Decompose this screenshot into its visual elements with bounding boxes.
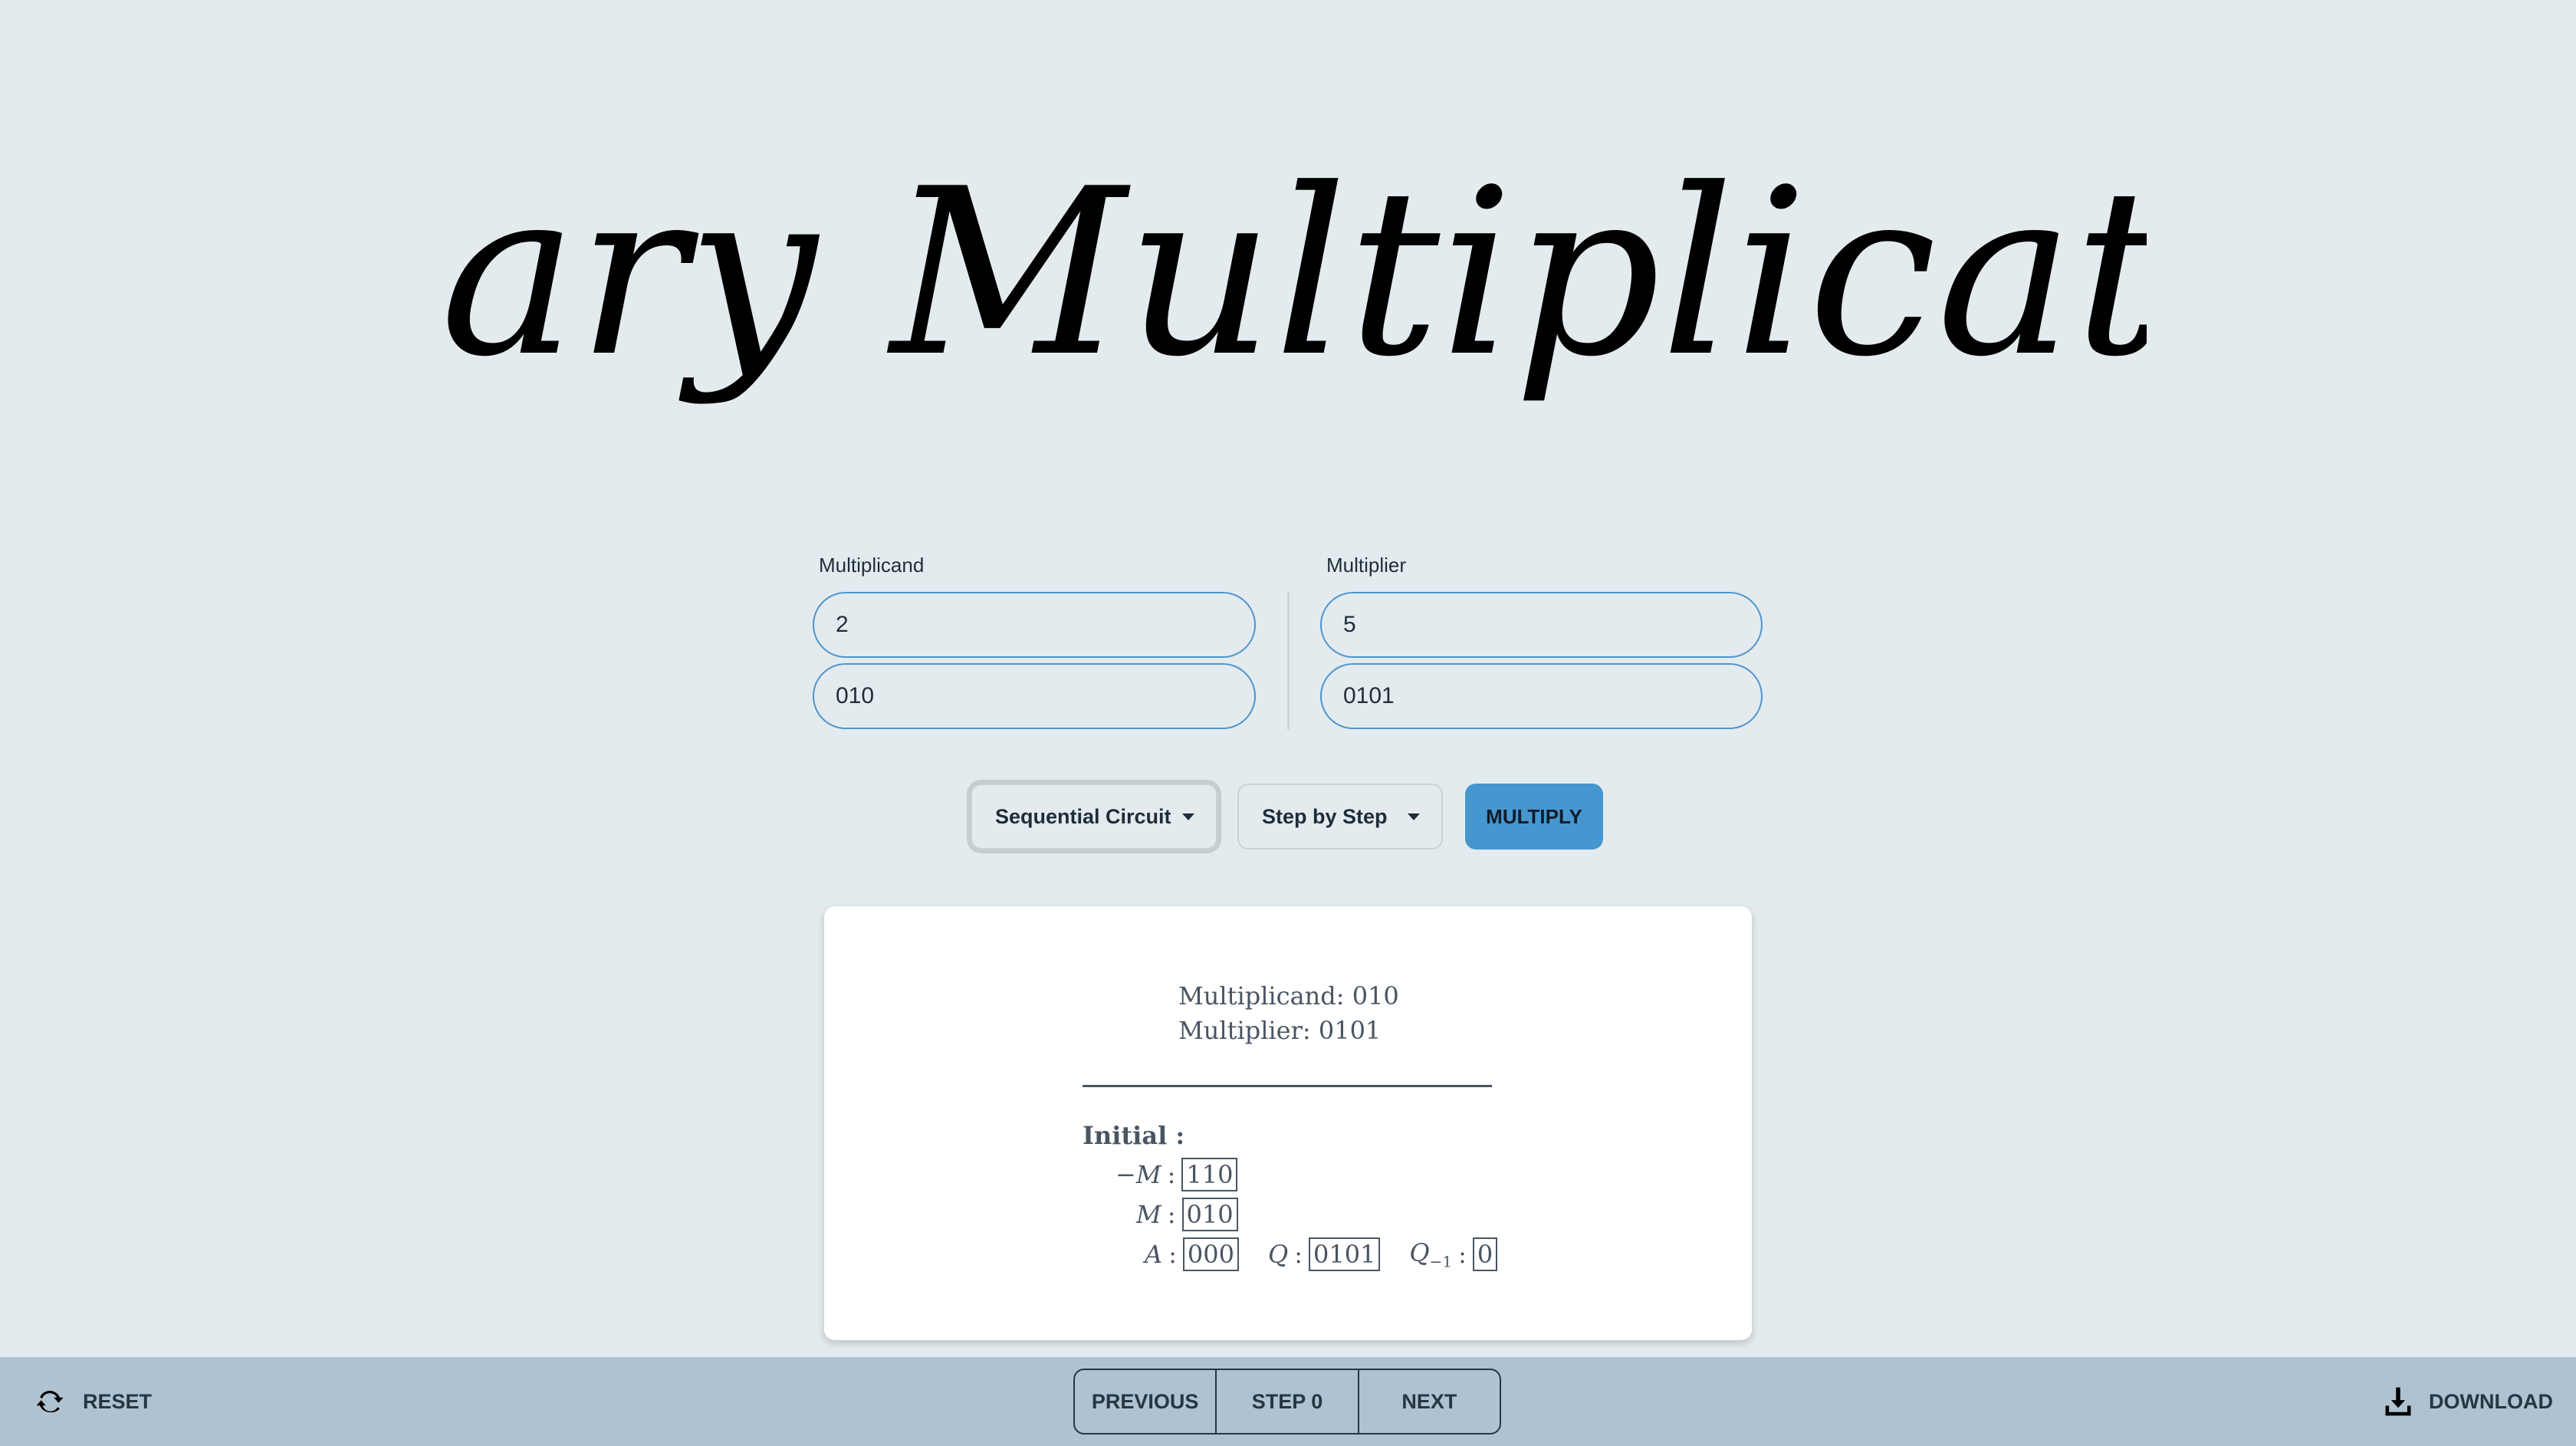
- result-divider: [1083, 1085, 1492, 1087]
- q-label: Q: [1267, 1240, 1289, 1269]
- page-title-text: Binary Multiplication: [429, 140, 2147, 407]
- neg-m-value: 110: [1181, 1158, 1238, 1191]
- download-label: DOWNLOAD: [2429, 1389, 2553, 1413]
- m-value: 010: [1181, 1198, 1238, 1231]
- method-select[interactable]: Sequential Circuit: [971, 784, 1217, 850]
- multiplicand-binary-value: 010: [836, 683, 875, 708]
- multiplier-decimal-value: 5: [1343, 612, 1356, 637]
- m-label: M: [1136, 1200, 1162, 1229]
- next-button[interactable]: NEXT: [1357, 1370, 1500, 1433]
- m-row: M : 010: [1136, 1198, 1238, 1231]
- q-value: 0101: [1308, 1237, 1381, 1271]
- q-minus1-label-wrap: Q−1: [1409, 1238, 1452, 1270]
- registers-row: A : 000 Q : 0101 Q−1 : 0: [1145, 1237, 1498, 1271]
- a-value: 000: [1182, 1237, 1239, 1271]
- inputs-divider: [1287, 592, 1290, 730]
- mode-select[interactable]: Step by Step: [1237, 784, 1443, 850]
- multiplicand-decimal-value: 2: [836, 612, 849, 637]
- step-navigation: PREVIOUS STEP 0 NEXT: [1073, 1369, 1501, 1434]
- chevron-down-icon: [1182, 813, 1194, 820]
- colon: :: [1167, 1200, 1176, 1229]
- result-card: [824, 906, 1752, 1340]
- neg-m-row: −M : 110: [1116, 1158, 1238, 1191]
- step-title: Initial :: [1083, 1121, 1185, 1150]
- multiplier-binary-input[interactable]: 0101: [1320, 663, 1763, 729]
- download-icon: [2385, 1387, 2411, 1416]
- multiplicand-label: Multiplicand: [819, 554, 925, 577]
- multiplier-label: Multiplier: [1326, 554, 1407, 577]
- multiply-button[interactable]: MULTIPLY: [1465, 784, 1603, 850]
- method-select-value: Sequential Circuit: [995, 804, 1171, 828]
- q-minus1-value: 0: [1472, 1237, 1498, 1271]
- mode-select-value: Step by Step: [1262, 804, 1388, 828]
- q-minus1-subscript: −1: [1429, 1252, 1453, 1271]
- multiplier-binary-value: 0101: [1343, 683, 1395, 708]
- reset-label: RESET: [83, 1389, 153, 1413]
- chevron-down-icon: [1408, 813, 1420, 820]
- multiplicand-line: Multiplicand: 010: [1178, 981, 1399, 1011]
- q-minus1-label: Q: [1409, 1237, 1430, 1267]
- previous-button[interactable]: PREVIOUS: [1075, 1370, 1215, 1433]
- step-indicator: STEP 0: [1215, 1370, 1357, 1433]
- a-label: A: [1145, 1240, 1163, 1269]
- colon: :: [1168, 1240, 1177, 1269]
- neg-m-label: −M: [1116, 1160, 1162, 1189]
- colon: :: [1167, 1160, 1176, 1189]
- reset-button[interactable]: RESET: [34, 1384, 152, 1419]
- page-title: Binary Multiplication: [46, 92, 2526, 460]
- multiplier-decimal-input[interactable]: 5: [1320, 592, 1763, 658]
- multiplicand-decimal-input[interactable]: 2: [813, 592, 1256, 658]
- multiplicand-binary-input[interactable]: 010: [813, 663, 1256, 729]
- colon: :: [1294, 1240, 1303, 1269]
- refresh-icon: [36, 1390, 64, 1413]
- colon: :: [1458, 1240, 1467, 1269]
- download-button[interactable]: DOWNLOAD: [2381, 1383, 2553, 1420]
- multiplier-line: Multiplier: 0101: [1178, 1016, 1382, 1045]
